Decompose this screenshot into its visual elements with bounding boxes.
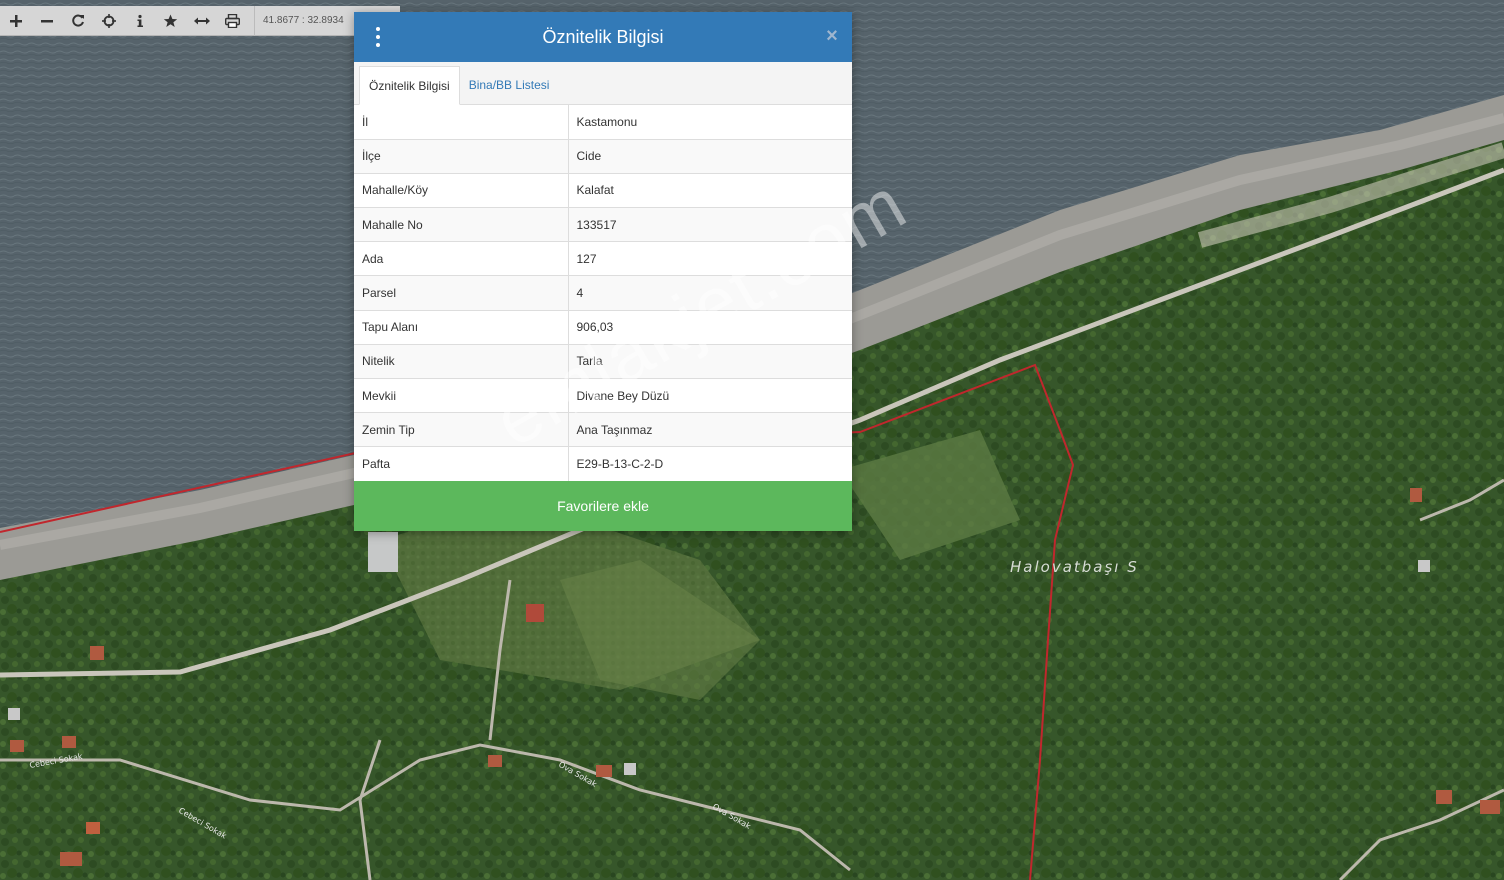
table-row: Zemin Tip Ana Taşınmaz [354,412,852,448]
add-to-favorites-button[interactable]: Favorilere ekle [354,480,852,531]
refresh-button[interactable] [62,6,93,36]
tab-attribute-info[interactable]: Öznitelik Bilgisi [359,66,460,105]
dialog-tabs: Öznitelik Bilgisi Bina/BB Listesi [354,62,852,105]
table-row: Ada 127 [354,241,852,277]
map-toolbar: 41.8677 : 32.8934 [0,5,400,36]
attr-key: Mahalle/Köy [354,173,569,209]
attr-key: Parsel [354,275,569,311]
close-icon[interactable]: × [824,26,840,46]
place-label: Halovatbaşı S [1010,558,1139,576]
dialog-title: Öznitelik Bilgisi [542,26,664,47]
menu-icon[interactable] [370,27,386,47]
table-row: Mahalle/Köy Kalafat [354,173,852,209]
attr-key: Zemin Tip [354,412,569,448]
table-row: Pafta E29-B-13-C-2-D [354,446,852,482]
attr-key: Nitelik [354,344,569,380]
attr-value: 127 [568,241,852,277]
table-row: Nitelik Tarla [354,344,852,380]
locate-button[interactable] [93,6,124,36]
table-row: Tapu Alanı 906,03 [354,310,852,345]
zoom-in-button[interactable] [0,6,31,36]
attr-value: 133517 [568,207,852,243]
attr-key: Mahalle No [354,207,569,243]
attr-key: İl [354,105,569,140]
tab-building-list[interactable]: Bina/BB Listesi [460,66,559,104]
table-row: İl Kastamonu [354,105,852,140]
attr-value: Kalafat [568,173,852,209]
attr-key: Pafta [354,446,569,482]
attr-value: E29-B-13-C-2-D [568,446,852,482]
zoom-out-button[interactable] [31,6,62,36]
favorites-button[interactable] [155,6,186,36]
attr-value: Kastamonu [568,105,852,140]
table-row: Mahalle No 133517 [354,207,852,243]
minus-icon [40,19,53,22]
attr-key: İlçe [354,139,569,174]
measure-icon [193,17,210,24]
attr-key: Ada [354,241,569,277]
attribute-table: İl Kastamonu İlçe Cide Mahalle/Köy Kalaf… [354,105,852,482]
attr-value: 906,03 [568,310,852,345]
refresh-icon [71,14,84,26]
star-icon [163,14,178,27]
attr-value: Ana Taşınmaz [568,412,852,448]
attr-value: Cide [568,139,852,174]
table-row: İlçe Cide [354,139,852,174]
info-icon [137,14,143,27]
table-row: Parsel 4 [354,275,852,311]
print-button[interactable] [217,6,248,36]
attribute-dialog: Öznitelik Bilgisi × Öznitelik Bilgisi Bi… [354,12,852,531]
crosshair-icon [101,13,116,28]
attr-value: 4 [568,275,852,311]
info-button[interactable] [124,6,155,36]
measure-button[interactable] [186,6,217,36]
attr-key: Mevkii [354,378,569,414]
print-icon [225,13,240,28]
dialog-header: Öznitelik Bilgisi × [354,12,852,62]
attr-value: Divane Bey Düzü [568,378,852,414]
table-row: Mevkii Divane Bey Düzü [354,378,852,414]
attr-key: Tapu Alanı [354,310,569,345]
plus-icon [9,14,22,27]
attr-value: Tarla [568,344,852,380]
